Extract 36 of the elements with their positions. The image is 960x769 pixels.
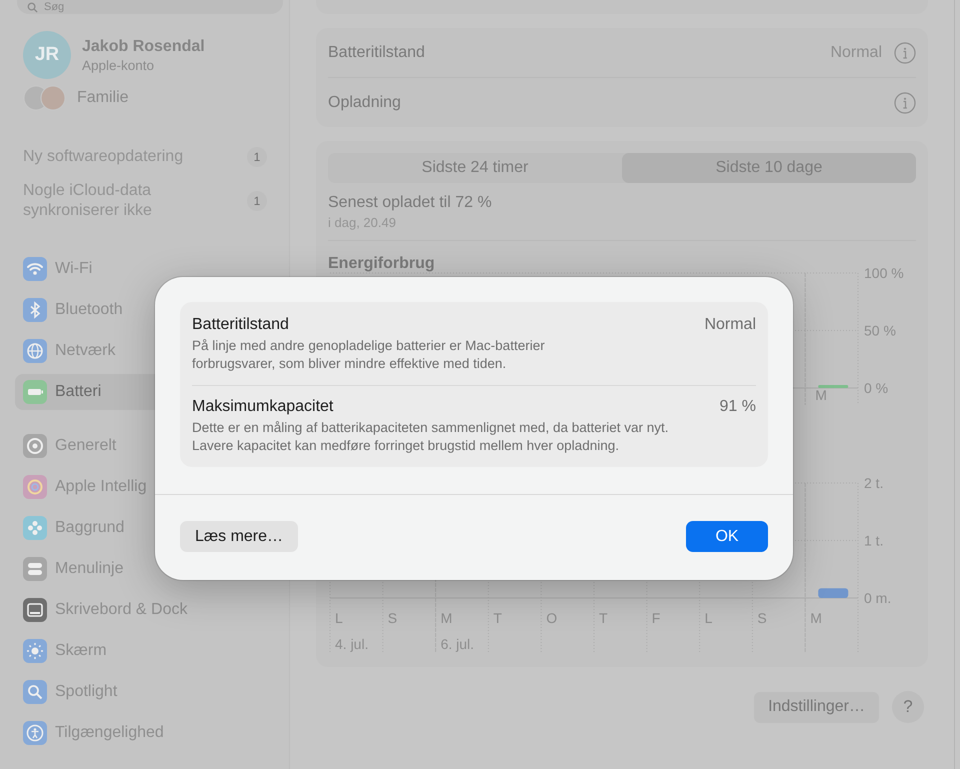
avatar[interactable]: JR bbox=[23, 31, 71, 79]
count-badge: 1 bbox=[247, 147, 267, 167]
read-more-button[interactable]: Læs mere… bbox=[180, 521, 298, 552]
info-description: På linje med andre genopladelige batterier er Mac-batterier forbrugsvarer, som bliver mindre effektive med tiden. bbox=[192, 337, 546, 373]
info-description: Dette er en måling af batterikapaciteten sammenlignet med, da batteriet var nyt. Lavere kapacitet kan medføre forringet brugstid mellem hver opladning. bbox=[192, 419, 670, 455]
account-subtitle: Apple-konto bbox=[82, 58, 156, 72]
help-button[interactable]: ? bbox=[892, 691, 924, 723]
battery-icon bbox=[23, 380, 47, 404]
info-icon[interactable] bbox=[894, 92, 916, 114]
wifi-icon bbox=[23, 257, 47, 281]
globe-icon bbox=[23, 339, 47, 363]
toggle-icon bbox=[23, 557, 47, 581]
segment-tab[interactable]: Sidste 24 timer bbox=[328, 153, 622, 183]
accessibility-icon bbox=[23, 721, 47, 745]
settings-button[interactable]: Indstillinger… bbox=[754, 692, 879, 722]
section-title: Energiforbrug bbox=[328, 255, 436, 273]
ok-button[interactable]: OK bbox=[686, 521, 768, 552]
gear-icon bbox=[23, 434, 47, 458]
count-badge: 1 bbox=[247, 191, 267, 211]
info-value: 91 % bbox=[720, 398, 756, 416]
family-link[interactable]: Familie bbox=[77, 89, 129, 107]
bar bbox=[818, 385, 848, 388]
info-icon[interactable] bbox=[894, 42, 916, 64]
sun-icon bbox=[23, 639, 47, 663]
last-charge-text: Senest opladet til 72 % bbox=[328, 194, 493, 212]
info-title: Batteritilstand bbox=[192, 316, 289, 334]
row-label: Batteritilstand bbox=[328, 44, 425, 62]
info-value: Normal bbox=[704, 316, 756, 334]
window-icon bbox=[23, 598, 47, 622]
search-icon bbox=[27, 2, 38, 12]
bluetooth-icon bbox=[23, 298, 47, 322]
account-name: Jakob Rosendal bbox=[82, 38, 205, 56]
bar bbox=[818, 588, 848, 598]
row-label: Opladning bbox=[328, 94, 401, 112]
search-icon bbox=[23, 680, 47, 704]
family-avatars-icon bbox=[23, 85, 67, 111]
